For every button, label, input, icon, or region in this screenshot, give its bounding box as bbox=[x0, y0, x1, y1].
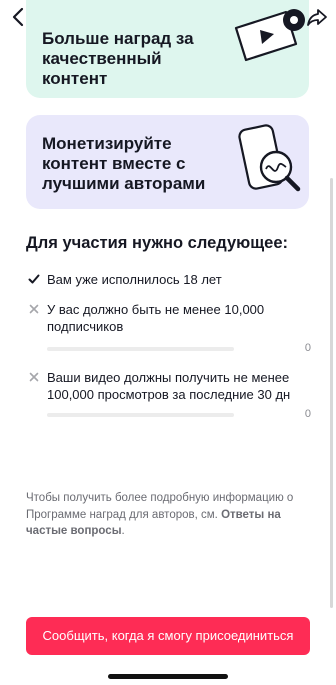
info-text: Чтобы получить более подробную информаци… bbox=[26, 490, 316, 540]
top-bar bbox=[0, 0, 336, 34]
info-text-suffix: . bbox=[121, 525, 125, 537]
share-arrow-icon bbox=[307, 9, 327, 26]
requirement-views-text: Ваши видео должны получить не менее 100,… bbox=[47, 370, 291, 402]
rewards-card-title: Больше наград за качественный контент bbox=[42, 29, 194, 88]
monetize-card: Монетизируйте контент вместе с лучшими а… bbox=[26, 115, 309, 209]
followers-progress-value: 0 bbox=[304, 342, 311, 354]
followers-progress-bar bbox=[47, 347, 234, 351]
back-button[interactable] bbox=[8, 6, 30, 28]
monetize-card-title: Монетизируйте контент вместе с лучшими а… bbox=[42, 134, 206, 193]
cross-icon bbox=[29, 372, 39, 382]
share-button[interactable] bbox=[306, 6, 328, 28]
requirements-title: Для участия нужно следующее: bbox=[26, 234, 288, 252]
cross-icon bbox=[29, 304, 39, 314]
requirement-age-text: Вам уже исполнилось 18 лет bbox=[47, 272, 222, 287]
home-indicator bbox=[108, 674, 228, 679]
requirement-followers-text: У вас должно быть не менее 10,000 подпис… bbox=[47, 302, 265, 334]
views-progress-value: 0 bbox=[304, 408, 311, 420]
phone-analytics-icon bbox=[238, 124, 301, 192]
scrollbar[interactable] bbox=[330, 178, 333, 608]
views-progress-bar bbox=[47, 413, 234, 417]
chevron-left-icon bbox=[12, 7, 24, 27]
notify-me-button[interactable]: Сообщить, когда я смогу присоединиться bbox=[26, 617, 310, 655]
check-icon bbox=[28, 274, 40, 284]
